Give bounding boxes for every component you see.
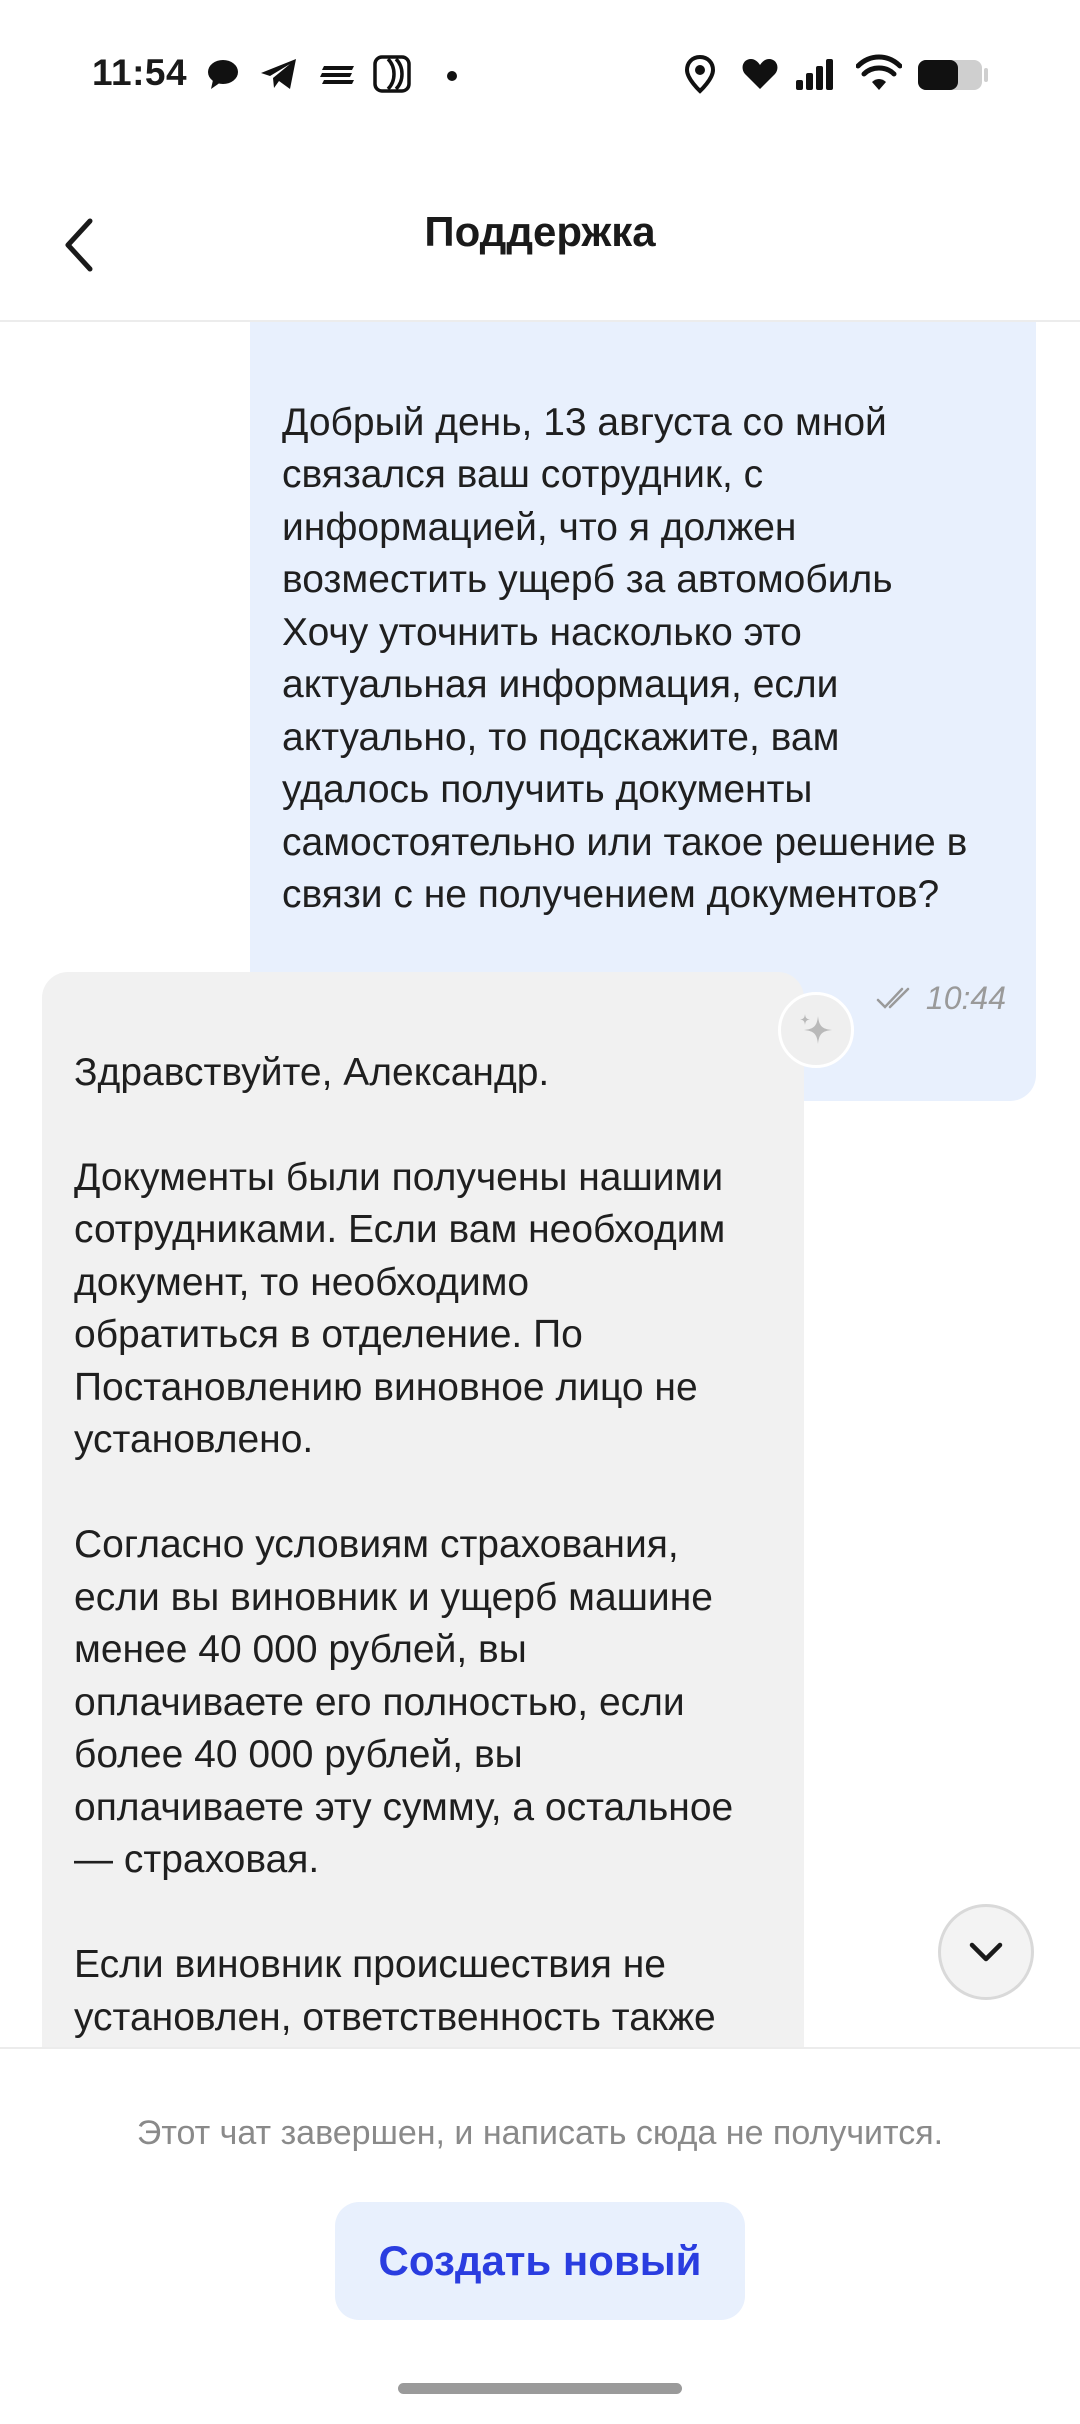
notification-dot-icon bbox=[446, 54, 458, 94]
stack-icon bbox=[318, 54, 358, 94]
signal-icon bbox=[794, 54, 836, 94]
message-time: 10:44 bbox=[925, 980, 1006, 1016]
page-title: Поддержка bbox=[424, 208, 656, 255]
location-icon bbox=[682, 54, 718, 94]
double-check-icon bbox=[876, 987, 910, 1009]
card-wallet-icon bbox=[372, 54, 414, 94]
message-text: Здравствуйте, Александр. Документы были … bbox=[74, 1050, 734, 2039]
chat-messages[interactable]: Добрый день, 13 августа со мной связался… bbox=[0, 322, 1080, 2047]
message-text: Добрый день, 13 августа со мной связался… bbox=[282, 400, 968, 917]
battery-icon bbox=[916, 54, 990, 94]
heart-icon bbox=[740, 54, 780, 94]
ai-sparkle-badge bbox=[778, 992, 854, 1068]
incoming-message[interactable]: Здравствуйте, Александр. Документы были … bbox=[42, 972, 804, 2047]
scroll-to-bottom-button[interactable] bbox=[938, 1904, 1034, 2000]
status-time: 11:54 bbox=[92, 52, 188, 93]
support-chat-screen: 11:54 Поддержка Добрый день, 13 августа … bbox=[0, 0, 1080, 2424]
create-new-chat-button[interactable]: Создать новый bbox=[335, 2202, 745, 2320]
chat-footer: Этот чат завершен, и написать сюда не по… bbox=[0, 2047, 1080, 2424]
home-indicator[interactable] bbox=[398, 2383, 682, 2394]
telegram-icon bbox=[258, 54, 300, 94]
sparkle-icon bbox=[800, 1014, 832, 1044]
chevron-down-icon bbox=[969, 1942, 1003, 1962]
wifi-icon bbox=[856, 54, 902, 94]
app-header: Поддержка bbox=[0, 170, 1080, 322]
chat-closed-note: Этот чат завершен, и написать сюда не по… bbox=[136, 2114, 944, 2152]
chat-bubble-icon bbox=[203, 54, 243, 94]
status-bar: 11:54 bbox=[0, 0, 1080, 150]
